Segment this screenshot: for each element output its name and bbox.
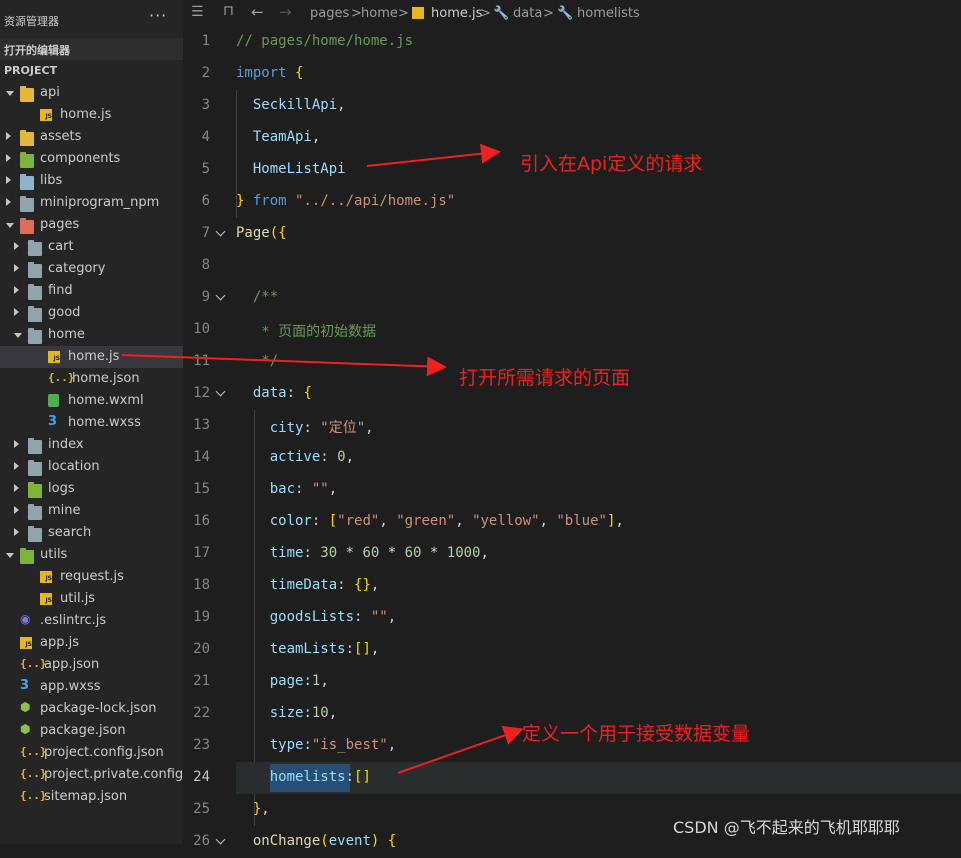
arrow-data bbox=[397, 725, 524, 774]
arrow-import bbox=[366, 143, 501, 167]
arrow-page bbox=[121, 354, 447, 377]
annotation-open-page: 打开所需请求的页面 bbox=[459, 367, 631, 389]
annotation-arrows bbox=[121, 143, 524, 774]
annotation-define-var: 定义一个用于接受数据变量 bbox=[522, 723, 751, 745]
watermark: CSDN @飞不起来的飞机耶耶耶 bbox=[673, 818, 900, 837]
annotation-import: 引入在Api定义的请求 bbox=[520, 153, 703, 175]
